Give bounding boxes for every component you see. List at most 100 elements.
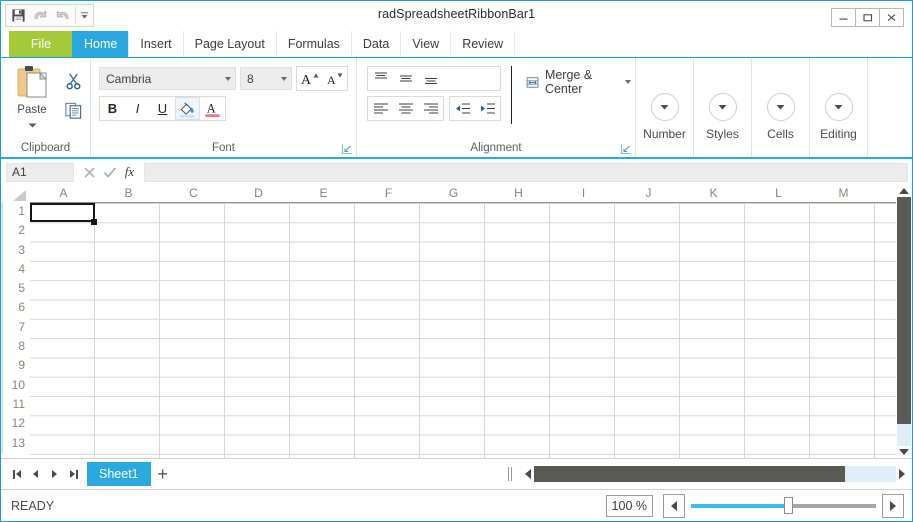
tab-page-layout[interactable]: Page Layout: [182, 31, 277, 57]
align-bottom-button[interactable]: [418, 67, 443, 90]
align-left-button[interactable]: [368, 97, 393, 120]
ribbon-group-cells[interactable]: Cells: [752, 58, 810, 157]
column-header-b[interactable]: B: [96, 185, 161, 202]
sheet-tab-sheet1[interactable]: Sheet1: [87, 462, 151, 486]
row-header-9[interactable]: 9: [1, 356, 30, 376]
increase-indent-button[interactable]: [475, 97, 500, 120]
previous-sheet-button[interactable]: [26, 463, 45, 485]
add-sheet-button[interactable]: +: [151, 462, 175, 486]
first-sheet-button[interactable]: [7, 463, 26, 485]
font-name-combobox[interactable]: Cambria: [99, 67, 236, 90]
cancel-formula-button[interactable]: [81, 163, 98, 181]
zoom-slider-thumb[interactable]: [783, 497, 793, 514]
cells-dropdown-button[interactable]: [766, 92, 795, 121]
underline-button[interactable]: U: [150, 97, 175, 120]
grow-font-button[interactable]: A: [297, 67, 322, 90]
tab-file[interactable]: File: [9, 31, 73, 57]
tab-data[interactable]: Data: [350, 31, 402, 57]
cut-button[interactable]: [61, 68, 85, 92]
styles-dropdown-button[interactable]: [708, 92, 737, 121]
zoom-out-button[interactable]: [663, 493, 685, 518]
confirm-formula-button[interactable]: [101, 163, 118, 181]
copy-button[interactable]: [61, 98, 85, 122]
decrease-indent-button[interactable]: [450, 97, 475, 120]
row-header-8[interactable]: 8: [1, 337, 30, 357]
column-header-a[interactable]: A: [31, 185, 96, 202]
scroll-down-button[interactable]: [896, 446, 912, 458]
next-sheet-button[interactable]: [45, 463, 64, 485]
row-header-6[interactable]: 6: [1, 298, 30, 318]
cell-area[interactable]: [30, 202, 896, 458]
fill-handle[interactable]: [91, 218, 97, 225]
shrink-font-button[interactable]: A: [322, 67, 347, 90]
editing-dropdown-button[interactable]: [824, 92, 853, 121]
column-header-f[interactable]: F: [356, 185, 421, 202]
tab-insert[interactable]: Insert: [128, 31, 184, 57]
font-color-button[interactable]: A: [200, 97, 225, 120]
column-header-j[interactable]: J: [616, 185, 681, 202]
tab-view[interactable]: View: [400, 31, 452, 57]
column-header-k[interactable]: K: [681, 185, 746, 202]
horizontal-scroll-track[interactable]: [534, 466, 896, 482]
row-header-13[interactable]: 13: [1, 433, 30, 453]
tab-review[interactable]: Review: [450, 31, 516, 57]
row-header-11[interactable]: 11: [1, 394, 30, 415]
chevron-down-icon[interactable]: [625, 80, 631, 84]
row-header-5[interactable]: 5: [1, 279, 30, 299]
bold-button[interactable]: B: [100, 97, 125, 120]
maximize-button[interactable]: [855, 8, 880, 27]
vertical-scrollbar[interactable]: [896, 185, 912, 458]
alignment-dialog-launcher[interactable]: [620, 143, 632, 155]
paste-button[interactable]: Paste: [7, 62, 57, 131]
row-header-10[interactable]: 10: [1, 375, 30, 395]
ribbon-group-editing[interactable]: Editing: [810, 58, 868, 157]
scroll-up-button[interactable]: [896, 185, 912, 197]
minimize-button[interactable]: [831, 8, 856, 27]
ribbon-group-number[interactable]: Number: [636, 58, 694, 157]
font-size-combobox[interactable]: 8: [240, 67, 292, 90]
align-center-button[interactable]: [393, 97, 418, 120]
column-header-d[interactable]: D: [226, 185, 291, 202]
horizontal-scroll-thumb[interactable]: [534, 466, 846, 482]
ribbon-group-styles[interactable]: Styles: [694, 58, 752, 157]
column-header-l[interactable]: L: [746, 185, 811, 202]
row-header-2[interactable]: 2: [1, 221, 30, 241]
merge-and-center-button[interactable]: Merge & Center: [522, 68, 635, 96]
scroll-left-button[interactable]: [522, 466, 534, 482]
align-right-button[interactable]: [418, 97, 443, 120]
tab-formulas[interactable]: Formulas: [275, 31, 352, 57]
row-header-12[interactable]: 12: [1, 414, 30, 434]
formula-input[interactable]: [144, 162, 908, 182]
name-box[interactable]: A1: [6, 162, 74, 182]
column-header-e[interactable]: E: [291, 185, 356, 202]
column-header-h[interactable]: H: [486, 185, 551, 202]
close-button[interactable]: [879, 8, 904, 27]
column-header-m[interactable]: M: [811, 185, 876, 202]
select-all-button[interactable]: [1, 185, 31, 202]
row-header-4[interactable]: 4: [1, 259, 30, 280]
last-sheet-button[interactable]: [64, 463, 83, 485]
scroll-right-button[interactable]: [896, 466, 908, 482]
zoom-value[interactable]: 100 %: [605, 494, 653, 517]
column-header-g[interactable]: G: [421, 185, 486, 202]
zoom-slider[interactable]: [691, 495, 876, 517]
tab-home[interactable]: Home: [72, 31, 130, 57]
row-header-7[interactable]: 7: [1, 317, 30, 338]
column-header-c[interactable]: C: [161, 185, 226, 202]
font-dialog-launcher[interactable]: [341, 143, 353, 155]
vertical-scroll-thumb[interactable]: [897, 197, 911, 424]
paste-caret-icon[interactable]: [28, 117, 37, 131]
align-middle-button[interactable]: [393, 67, 418, 90]
vertical-scroll-track[interactable]: [897, 197, 911, 446]
italic-button[interactable]: I: [125, 97, 150, 120]
row-header-1[interactable]: 1: [1, 202, 30, 222]
align-top-button[interactable]: [368, 67, 393, 90]
split-handle[interactable]: [508, 467, 512, 481]
column-header-i[interactable]: I: [551, 185, 616, 202]
number-dropdown-button[interactable]: [650, 92, 679, 121]
selected-cell-a1[interactable]: [30, 203, 95, 223]
zoom-in-button[interactable]: [882, 493, 904, 518]
insert-function-button[interactable]: fx: [121, 163, 138, 181]
row-header-3[interactable]: 3: [1, 240, 30, 260]
fill-color-button[interactable]: [175, 97, 200, 120]
